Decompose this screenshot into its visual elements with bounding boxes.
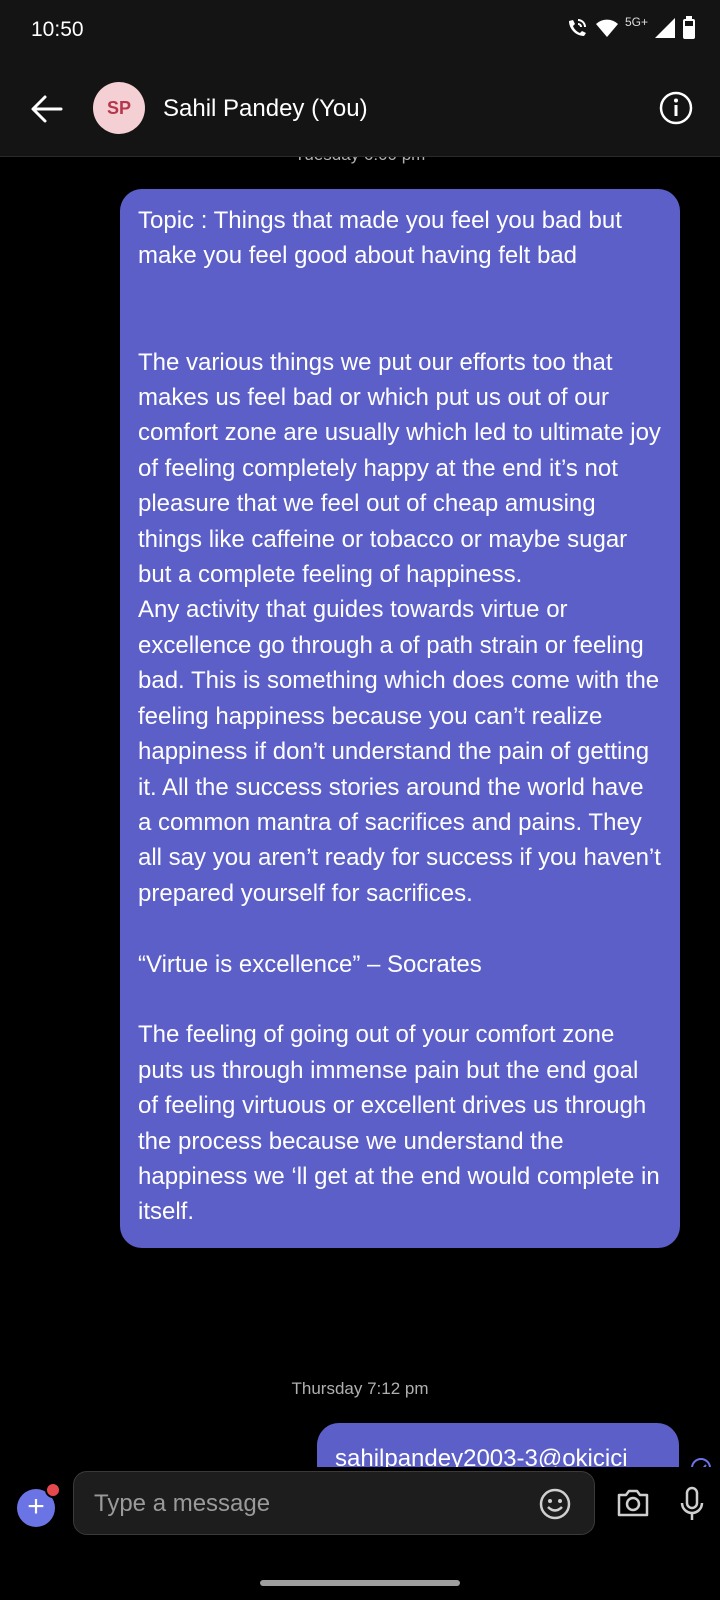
network-label: 5G+ [624, 15, 648, 29]
emoji-icon[interactable] [538, 1487, 572, 1521]
message-box [73, 1471, 595, 1535]
info-icon [659, 91, 693, 125]
date-separator: Tuesday 6:00 pm [0, 157, 720, 165]
contact-name[interactable]: Sahil Pandey (You) [163, 95, 368, 123]
date-separator: Thursday 7:12 pm [291, 1379, 429, 1398]
status-time: 10:50 [31, 18, 84, 41]
message-bubble[interactable]: sahilpandey2003-3@okicici [317, 1423, 679, 1467]
wifi-calling-icon [568, 19, 586, 36]
back-button[interactable] [28, 90, 66, 128]
app-bar: SP Sahil Pandey (You) [0, 62, 720, 157]
arrow-left-icon [31, 95, 63, 123]
signal-icon [655, 18, 675, 38]
message-bubble[interactable]: Topic : Things that made you feel you ba… [120, 189, 680, 1248]
plus-icon: + [27, 1490, 45, 1523]
composer: + [0, 1467, 720, 1547]
avatar[interactable]: SP [93, 82, 145, 134]
home-indicator[interactable] [260, 1580, 460, 1586]
mic-icon[interactable] [679, 1486, 705, 1522]
status-icons: 5G+ [565, 15, 696, 40]
wifi-icon [595, 19, 618, 37]
camera-icon[interactable] [615, 1487, 651, 1519]
battery-icon [683, 16, 695, 39]
info-button[interactable] [658, 90, 694, 126]
status-bar: 10:50 5G+ [0, 0, 720, 62]
read-receipt-icon [691, 1458, 711, 1467]
chat-area[interactable]: Tuesday 6:00 pm Topic : Things that made… [0, 157, 720, 1467]
message-input[interactable] [92, 1482, 496, 1526]
notification-dot [45, 1482, 61, 1498]
